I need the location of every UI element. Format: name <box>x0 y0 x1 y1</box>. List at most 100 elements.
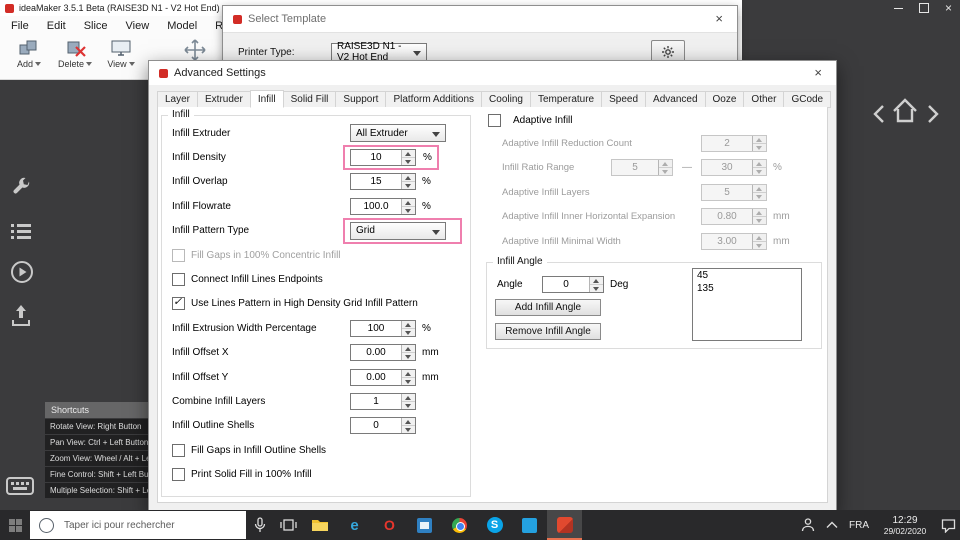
tab-layer[interactable]: Layer <box>157 91 199 108</box>
reduction-count-row: Adaptive Infill Reduction Count 2 <box>486 131 838 156</box>
next-view-chevron-icon[interactable] <box>926 103 940 130</box>
connect-endpoints-checkbox[interactable] <box>172 273 185 287</box>
people-button[interactable] <box>796 510 820 540</box>
menu-model[interactable]: Model <box>158 17 206 35</box>
people-icon <box>801 518 815 532</box>
infill-angle-listbox[interactable]: 45 135 <box>692 268 802 341</box>
maximize-button[interactable] <box>918 3 929 13</box>
notification-center-button[interactable] <box>936 510 960 540</box>
edge-button[interactable]: e <box>337 510 372 540</box>
keyboard-icon[interactable] <box>6 476 34 501</box>
advanced-close-button[interactable]: × <box>810 65 826 81</box>
minimize-button[interactable] <box>893 7 903 9</box>
infill-extruder-dropdown[interactable]: All Extruder <box>350 124 446 143</box>
extrusion-width-row: Infill Extrusion Width Percentage 100 % <box>162 316 470 340</box>
infill-pattern-dropdown[interactable]: Grid <box>350 221 446 240</box>
tab-extruder[interactable]: Extruder <box>197 91 251 108</box>
lines-pattern-checkbox[interactable]: ✓ <box>172 296 185 311</box>
outline-shells-input[interactable]: 0 <box>350 417 416 435</box>
ratio-high-value: 30 <box>721 162 733 174</box>
tab-support[interactable]: Support <box>335 91 387 108</box>
upload-icon[interactable] <box>10 303 32 332</box>
select-template-close-button[interactable]: × <box>711 11 727 27</box>
infill-density-input[interactable]: 10 <box>350 149 416 167</box>
print-solid-checkbox[interactable] <box>172 468 185 482</box>
tab-ooze[interactable]: Ooze <box>704 91 745 108</box>
delete-button[interactable]: Delete <box>52 36 98 69</box>
home-view-icon[interactable] <box>890 96 920 131</box>
move-arrows-icon <box>184 39 206 61</box>
infill-angle-group: Infill Angle Angle 0 Deg Add Infill Angl… <box>486 256 822 349</box>
tab-gcode[interactable]: GCode <box>783 91 832 108</box>
close-button[interactable]: × <box>945 2 952 14</box>
offset-x-input[interactable]: 0.00 <box>350 344 416 362</box>
settings-wrench-icon[interactable] <box>10 176 32 203</box>
move-tool-button[interactable] <box>172 36 218 62</box>
offset-x-spinner[interactable] <box>401 345 415 361</box>
view-button[interactable]: View <box>98 36 144 69</box>
tab-solid-fill[interactable]: Solid Fill <box>282 91 337 108</box>
combine-layers-input[interactable]: 1 <box>350 392 416 410</box>
start-button[interactable] <box>0 510 30 540</box>
clock-date: 29/02/2020 <box>883 525 927 536</box>
extrusion-width-label: Infill Extrusion Width Percentage <box>172 322 317 334</box>
infill-overlap-spinner[interactable] <box>401 174 415 190</box>
ideamaker-taskbar-button[interactable] <box>547 510 582 540</box>
angle-list-item[interactable]: 45 <box>693 269 801 282</box>
delete-caret-icon <box>86 62 92 69</box>
tab-other[interactable]: Other <box>743 91 785 108</box>
skype-button[interactable]: S <box>477 510 512 540</box>
offset-y-spinner[interactable] <box>401 369 415 385</box>
menu-slice[interactable]: Slice <box>75 17 117 35</box>
tray-expand-button[interactable] <box>820 510 844 540</box>
tab-temperature[interactable]: Temperature <box>529 91 603 108</box>
infill-flowrate-spinner[interactable] <box>401 198 415 214</box>
screen: ideaMaker 3.5.1 Beta (RAISE3D N1 - V2 Ho… <box>0 0 960 540</box>
reduction-count-input: 2 <box>701 134 767 152</box>
prev-view-chevron-icon[interactable] <box>872 103 886 130</box>
mic-button[interactable] <box>246 510 274 540</box>
tab-advanced[interactable]: Advanced <box>645 91 706 108</box>
fill-gaps-shells-checkbox[interactable] <box>172 443 185 457</box>
outline-shells-spinner[interactable] <box>401 418 415 434</box>
menu-file[interactable]: File <box>2 17 38 35</box>
taskbar-clock[interactable]: 12:29 29/02/2020 <box>874 515 936 536</box>
concentric-gaps-row: Fill Gaps in 100% Concentric Infill <box>162 243 470 267</box>
code-app-button[interactable] <box>512 510 547 540</box>
language-indicator[interactable]: FRA <box>844 520 874 531</box>
menu-edit[interactable]: Edit <box>38 17 75 35</box>
advanced-title: Advanced Settings <box>174 67 266 79</box>
infill-density-spinner[interactable] <box>401 150 415 166</box>
list-icon[interactable] <box>10 222 32 245</box>
taskbar-search[interactable] <box>30 511 246 539</box>
angle-spinner[interactable] <box>589 277 603 292</box>
extrusion-width-input[interactable]: 100 <box>350 319 416 337</box>
adaptive-infill-checkbox[interactable] <box>488 114 501 127</box>
offset-y-input[interactable]: 0.00 <box>350 368 416 386</box>
task-view-button[interactable] <box>274 510 302 540</box>
concentric-gaps-checkbox <box>172 248 185 262</box>
add-button[interactable]: Add <box>6 36 52 69</box>
chrome-button[interactable] <box>442 510 477 540</box>
angle-list-item[interactable]: 135 <box>693 282 801 295</box>
extrusion-width-spinner[interactable] <box>401 320 415 336</box>
play-icon[interactable] <box>10 260 34 289</box>
offset-x-row: Infill Offset X 0.00 mm <box>162 341 470 365</box>
remove-infill-angle-button[interactable]: Remove Infill Angle <box>495 323 601 340</box>
tab-infill[interactable]: Infill <box>249 90 284 108</box>
printer-type-dropdown[interactable]: RAISE3D N1 - V2 Hot End <box>331 41 427 63</box>
add-infill-angle-button[interactable]: Add Infill Angle <box>495 299 601 316</box>
infill-overlap-input[interactable]: 15 <box>350 173 416 191</box>
opera-button[interactable]: O <box>372 510 407 540</box>
tab-platform-additions[interactable]: Platform Additions <box>385 91 483 108</box>
combine-layers-spinner[interactable] <box>401 393 415 409</box>
combine-layers-row: Combine Infill Layers 1 <box>162 389 470 413</box>
infill-flowrate-input[interactable]: 100.0 <box>350 197 416 215</box>
search-input[interactable] <box>62 518 226 532</box>
file-explorer-button[interactable] <box>302 510 337 540</box>
angle-input[interactable]: 0 <box>542 276 604 293</box>
tab-cooling[interactable]: Cooling <box>481 91 531 108</box>
tab-speed[interactable]: Speed <box>601 91 647 108</box>
store-button[interactable] <box>407 510 442 540</box>
menu-view[interactable]: View <box>117 17 159 35</box>
